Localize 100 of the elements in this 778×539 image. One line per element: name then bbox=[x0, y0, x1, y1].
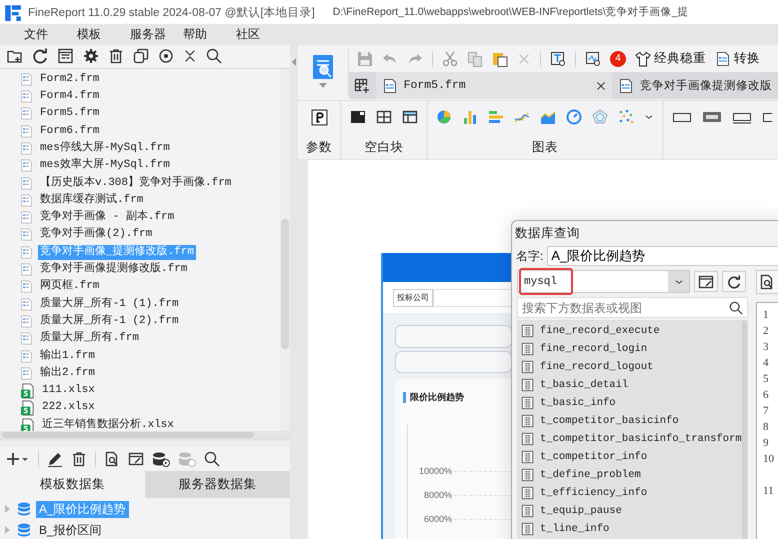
table-icon[interactable] bbox=[521, 467, 535, 483]
chart-search-icon[interactable] bbox=[585, 50, 601, 66]
table-icon[interactable] bbox=[521, 395, 535, 411]
delete-icon[interactable] bbox=[71, 451, 87, 468]
delete-icon[interactable] bbox=[108, 48, 124, 64]
notification-badge[interactable]: 4 bbox=[610, 50, 626, 66]
menu-item[interactable]: 社区 bbox=[236, 26, 289, 43]
table-list-item[interactable]: t_basic_info bbox=[540, 397, 616, 409]
table-list-item[interactable]: fine_record_execute bbox=[540, 325, 660, 337]
file-tree-item[interactable]: 【历史版本v.308】竞争对手画像.frm bbox=[38, 176, 234, 191]
table-list-item[interactable]: fine_record_login bbox=[540, 343, 648, 355]
database-run-icon[interactable] bbox=[152, 451, 170, 468]
edit-connection-button[interactable] bbox=[694, 271, 718, 292]
shirt-icon[interactable] bbox=[635, 50, 651, 66]
file-tree-item[interactable]: Form6.frm bbox=[38, 124, 102, 139]
refresh-icon[interactable] bbox=[727, 274, 741, 288]
file-tree-item[interactable]: 竞争对手画像提测修改版.frm bbox=[38, 262, 190, 278]
add-icon[interactable] bbox=[6, 451, 30, 468]
form-file-icon[interactable] bbox=[382, 78, 398, 94]
locate-icon[interactable] bbox=[158, 48, 174, 64]
close-tab-icon[interactable] bbox=[596, 80, 606, 90]
table-list-item[interactable]: t_equip_pause bbox=[540, 505, 622, 517]
form-file-icon[interactable] bbox=[618, 78, 634, 94]
file-tree-item[interactable]: 近三年销售数据分析.xlsx bbox=[40, 418, 176, 431]
file-tree-item[interactable]: 111.xlsx bbox=[40, 383, 97, 398]
menu-item[interactable]: 模板 bbox=[77, 26, 130, 43]
table-icon[interactable] bbox=[521, 377, 535, 393]
preview-icon[interactable] bbox=[104, 451, 120, 468]
menu-item[interactable]: 帮助 bbox=[183, 26, 236, 43]
block-layout-icon[interactable] bbox=[350, 109, 366, 125]
file-tree-item[interactable]: 数据库缓存测试.frm bbox=[38, 192, 146, 208]
parameter-icon[interactable] bbox=[310, 108, 328, 126]
dataset-edit-icon[interactable] bbox=[128, 451, 144, 468]
connection-edit-icon[interactable] bbox=[698, 274, 714, 288]
vertical-scrollbar[interactable] bbox=[280, 68, 290, 431]
spreadsheet-file-icon[interactable] bbox=[20, 416, 35, 431]
table-list-item[interactable]: t_define_problem bbox=[540, 469, 641, 481]
table-list-item[interactable]: t_competitor_info bbox=[540, 451, 648, 463]
convert-icon[interactable] bbox=[715, 50, 731, 66]
file-tree-item[interactable]: 质量大屏_所有-1 (1).frm bbox=[38, 296, 181, 312]
cut-icon[interactable] bbox=[442, 50, 458, 66]
preview-icon[interactable] bbox=[759, 274, 775, 290]
file-tree-item[interactable]: Form2.frm bbox=[38, 72, 102, 87]
new-folder-icon[interactable] bbox=[6, 48, 23, 64]
file-tree-item[interactable]: 输出1.frm bbox=[38, 348, 98, 364]
editor-tab[interactable]: Form5.frm bbox=[376, 72, 612, 99]
search-icon[interactable] bbox=[206, 48, 222, 64]
table-list-item[interactable]: t_efficiency_info bbox=[540, 487, 648, 499]
dataset-item[interactable]: B_报价区间 bbox=[36, 522, 105, 539]
app-logo-icon[interactable] bbox=[4, 3, 22, 21]
table-search-field[interactable]: 搜索下方数据表或视图 bbox=[517, 297, 748, 318]
table-icon[interactable] bbox=[521, 485, 535, 501]
copy-icon[interactable] bbox=[133, 48, 149, 64]
file-tree-item[interactable]: 竞争对手画像 - 副本.frm bbox=[38, 210, 176, 226]
theme-button[interactable]: 经典稳重 bbox=[635, 50, 706, 67]
search-icon[interactable] bbox=[204, 451, 220, 468]
grid-layout-icon[interactable] bbox=[376, 109, 392, 125]
name-field[interactable]: A_限价比例趋势 bbox=[547, 246, 778, 266]
table-list-item[interactable]: t_competitor_basicinfo_transform bbox=[540, 433, 742, 445]
file-tree-item[interactable]: Form5.frm bbox=[38, 106, 102, 122]
text-search-icon[interactable] bbox=[550, 50, 566, 66]
table-icon[interactable] bbox=[521, 431, 535, 447]
collapse-icon[interactable] bbox=[183, 48, 197, 64]
spreadsheet-file-icon[interactable] bbox=[20, 399, 35, 416]
menu-item[interactable]: 文件 bbox=[24, 26, 77, 43]
pie-chart-icon[interactable] bbox=[436, 109, 452, 125]
file-tree-item[interactable]: 网页框.frm bbox=[38, 279, 102, 294]
database-icon[interactable] bbox=[16, 501, 32, 518]
tab-layout-icon[interactable] bbox=[402, 109, 418, 125]
file-tree-item[interactable]: mes停线大屏-MySql.frm bbox=[38, 140, 172, 156]
spreadsheet-file-icon[interactable] bbox=[20, 382, 35, 400]
file-tree-item[interactable]: mes效率大屏-MySql.frm bbox=[38, 158, 172, 174]
convert-button[interactable]: 转换 bbox=[715, 50, 760, 67]
horizontal-bar-chart-icon[interactable] bbox=[488, 109, 504, 125]
horizontal-scrollbar[interactable] bbox=[0, 430, 290, 439]
query-report-icon[interactable] bbox=[312, 54, 334, 80]
table-list-item[interactable]: t_basic_detail bbox=[540, 379, 628, 391]
table-icon[interactable] bbox=[521, 359, 535, 375]
connection-dropdown[interactable]: mysql bbox=[517, 270, 690, 293]
refresh-button[interactable] bbox=[722, 271, 746, 292]
table-list-item[interactable]: t_line_info bbox=[540, 523, 610, 535]
refresh-icon[interactable] bbox=[32, 48, 48, 64]
gauge-chart-icon[interactable] bbox=[566, 109, 582, 125]
gear-icon[interactable] bbox=[83, 48, 99, 64]
file-tree-item[interactable]: 质量大屏_所有.frm bbox=[38, 331, 142, 346]
search-icon[interactable] bbox=[729, 301, 743, 315]
bar-chart-icon[interactable] bbox=[462, 109, 478, 125]
table-icon[interactable] bbox=[521, 323, 535, 339]
dataset-tab[interactable]: 服务器数据集 bbox=[145, 471, 290, 498]
table-list-item[interactable]: fine_record_logout bbox=[540, 361, 654, 373]
file-tree-item[interactable]: 222.xlsx bbox=[40, 400, 97, 416]
file-tree-item[interactable]: 质量大屏_所有-1 (2).frm bbox=[38, 314, 181, 329]
table-icon[interactable] bbox=[521, 503, 535, 519]
menu-item[interactable]: 服务器 bbox=[130, 26, 183, 43]
paste-icon[interactable] bbox=[492, 50, 508, 66]
preview-button[interactable] bbox=[756, 270, 778, 294]
area-chart-icon[interactable] bbox=[540, 109, 556, 125]
table-icon[interactable] bbox=[521, 521, 535, 537]
table-icon[interactable] bbox=[521, 341, 535, 357]
table-icon[interactable] bbox=[521, 413, 535, 429]
